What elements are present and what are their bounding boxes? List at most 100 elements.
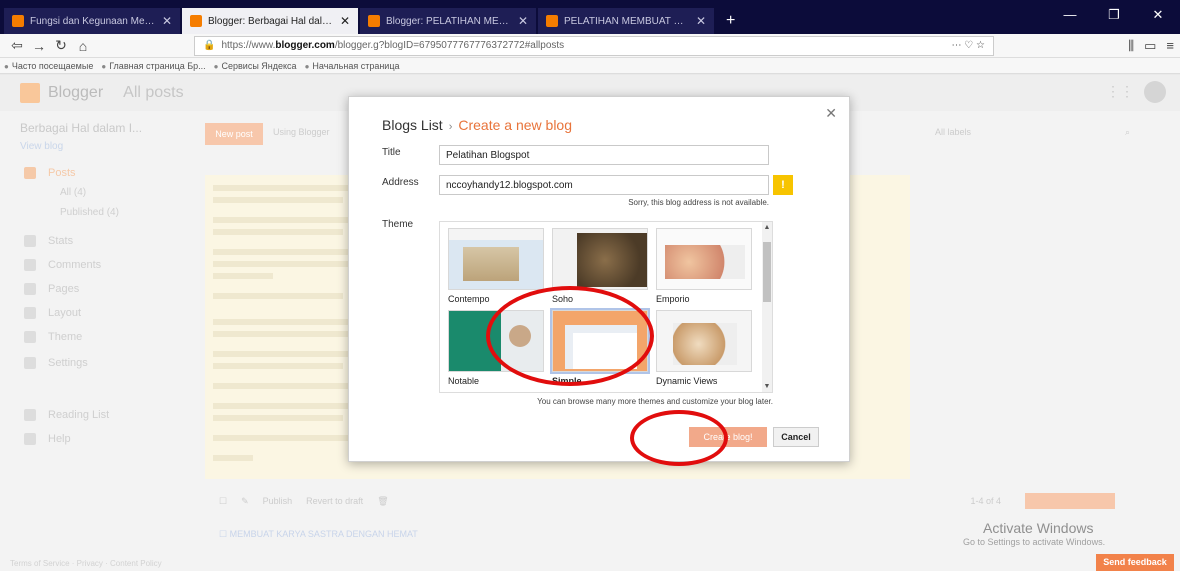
bookmark-item[interactable]: Сервисы Яндекса xyxy=(214,61,297,71)
blogger-logo-icon xyxy=(20,83,40,103)
blogger-favicon-icon xyxy=(546,15,558,27)
sidebar-item-theme[interactable]: Theme xyxy=(24,331,82,343)
theme-thumbnail xyxy=(550,308,650,374)
theme-picker: Contempo Soho Emporio Notable Simple Dyn… xyxy=(439,221,773,393)
label-icon[interactable]: ✎ xyxy=(241,496,249,507)
new-post-button[interactable]: New post xyxy=(205,123,263,145)
theme-option-soho[interactable]: Soho xyxy=(552,228,652,304)
create-blog-button[interactable]: Create blog! xyxy=(689,427,767,447)
browser-tab[interactable]: PELATIHAN MEMBUAT BLOG ✕ xyxy=(538,8,714,34)
using-blogger-text: Using Blogger xyxy=(273,127,330,137)
title-label: Title xyxy=(382,147,401,158)
notice-panel-right xyxy=(850,175,910,479)
sidebar-item-settings[interactable]: Settings xyxy=(24,357,88,369)
pager-text: 1-4 of 4 xyxy=(970,496,1001,506)
theme-name: Simple xyxy=(552,376,582,386)
theme-option-emporio[interactable]: Emporio xyxy=(656,228,756,304)
scroll-down-icon[interactable]: ▼ xyxy=(763,383,771,390)
restore-icon[interactable]: ❐ xyxy=(1092,0,1136,34)
select-all-checkbox[interactable]: ☐ xyxy=(219,496,227,507)
create-blog-dialog: ✕ Blogs List › Create a new blog Title Add… xyxy=(348,96,850,462)
send-feedback-button[interactable]: Send feedback xyxy=(1096,554,1174,571)
theme-option-dynamic-views[interactable]: Dynamic Views xyxy=(656,310,756,386)
sidebar-item-all[interactable]: All (4) xyxy=(60,187,86,198)
sidebar-item-comments[interactable]: Comments xyxy=(24,259,101,271)
posts-icon xyxy=(24,167,36,179)
page-title: All posts xyxy=(123,84,184,101)
title-field[interactable] xyxy=(439,145,769,165)
sidebar-icon[interactable]: ▭ xyxy=(1144,38,1156,54)
menu-icon[interactable]: ≡ xyxy=(1166,38,1174,54)
sidebar-item-help[interactable]: Help xyxy=(24,433,71,445)
url-bar[interactable]: 🔒 https://www.blogger.com/blogger.g?blog… xyxy=(194,35,994,56)
sidebar-item-pages[interactable]: Pages xyxy=(24,283,79,295)
sidebar-item-posts[interactable]: Posts xyxy=(24,167,76,179)
theme-option-contempo[interactable]: Contempo xyxy=(448,228,548,304)
scrollbar-thumb[interactable] xyxy=(763,242,771,302)
new-tab-icon[interactable]: + xyxy=(716,8,745,34)
theme-name: Dynamic Views xyxy=(656,376,718,386)
cancel-button[interactable]: Cancel xyxy=(773,427,819,447)
sidebar-item-layout[interactable]: Layout xyxy=(24,307,81,319)
reload-icon[interactable]: ↻ xyxy=(50,37,72,54)
scroll-up-icon[interactable]: ▲ xyxy=(763,224,771,231)
bookmark-item[interactable]: Начальная страница xyxy=(305,61,399,71)
sidebar-item-stats[interactable]: Stats xyxy=(24,235,73,247)
browser-tab-active[interactable]: Blogger: Berbagai Hal dalam I ✕ xyxy=(182,8,358,34)
blogger-sidebar: Berbagai Hal dalam I... View blog Posts … xyxy=(0,111,200,571)
theme-thumbnail xyxy=(656,310,752,372)
post-checkbox[interactable]: ☐ xyxy=(219,529,230,539)
breadcrumb-blogs-list[interactable]: Blogs List xyxy=(382,117,443,133)
sidebar-item-published[interactable]: Published (4) xyxy=(60,207,119,218)
address-label: Address xyxy=(382,177,419,188)
theme-option-simple[interactable]: Simple xyxy=(550,308,652,386)
label-filter[interactable]: All labels xyxy=(935,127,971,137)
theme-name: Soho xyxy=(552,294,574,304)
theme-option-notable[interactable]: Notable xyxy=(448,310,548,386)
bookmark-item[interactable]: Главная страница Бр... xyxy=(101,61,205,71)
tab-title: PELATIHAN MEMBUAT BLOG xyxy=(564,15,690,27)
blog-selector[interactable]: Berbagai Hal dalam I... xyxy=(20,121,142,135)
view-blog-link[interactable]: View blog xyxy=(20,141,63,152)
address-error-text: Sorry, this blog address is not availabl… xyxy=(628,198,769,207)
avatar[interactable] xyxy=(1144,81,1166,103)
trash-icon[interactable]: 🗑 xyxy=(377,496,388,507)
browser-tab[interactable]: Blogger: PELATIHAN MEMBUA ✕ xyxy=(360,8,536,34)
search-icon[interactable]: ⌕ xyxy=(1125,127,1130,138)
footer-links[interactable]: Terms of Service · Privacy · Content Pol… xyxy=(10,559,162,568)
theme-name: Notable xyxy=(448,376,480,386)
close-window-icon[interactable]: ✕ xyxy=(1136,0,1180,34)
revert-button[interactable]: Revert to draft xyxy=(306,496,363,506)
browse-themes-note: You can browse many more themes and cust… xyxy=(537,397,773,406)
close-icon[interactable]: ✕ xyxy=(825,105,837,122)
bookmark-item[interactable]: Часто посещаемые xyxy=(4,61,94,71)
settings-icon xyxy=(24,357,36,369)
close-tab-icon[interactable]: ✕ xyxy=(340,14,350,28)
library-icon[interactable]: ⫼ xyxy=(1128,38,1134,54)
theme-name: Emporio xyxy=(656,294,690,304)
tab-title: Fungsi dan Kegunaan Menu-Me xyxy=(30,15,156,27)
close-tab-icon[interactable]: ✕ xyxy=(162,14,172,28)
bookmarks-bar: Часто посещаемые Главная страница Бр... … xyxy=(0,58,1180,74)
back-icon[interactable]: ⇦ xyxy=(6,37,28,54)
bulk-actions-bar: ☐ ✎ Publish Revert to draft 🗑 1-4 of 4 xyxy=(205,489,1175,513)
address-field[interactable] xyxy=(439,175,769,195)
page-actions-icon[interactable]: ⋯ ♡ ☆ xyxy=(952,40,986,51)
home-icon[interactable]: ⌂ xyxy=(72,38,94,54)
browser-nav-bar: ⇦ → ↻ ⌂ 🔒 https://www.blogger.com/blogge… xyxy=(0,34,1180,58)
forward-icon[interactable]: → xyxy=(28,38,50,54)
theme-scrollbar[interactable]: ▲ ▼ xyxy=(762,222,772,392)
apps-grid-icon[interactable]: ⋮⋮ xyxy=(1106,83,1134,100)
publish-button[interactable]: Publish xyxy=(263,496,293,506)
reading-list-icon xyxy=(24,409,36,421)
sidebar-item-reading-list[interactable]: Reading List xyxy=(24,409,109,421)
window-controls: — ❐ ✕ xyxy=(1048,0,1180,34)
browser-tab[interactable]: Fungsi dan Kegunaan Menu-Me ✕ xyxy=(4,8,180,34)
post-title[interactable]: MEMBUAT KARYA SASTRA DENGAN HEMAT xyxy=(230,529,418,539)
blogger-favicon-icon xyxy=(368,15,380,27)
layout-icon xyxy=(24,307,36,319)
close-tab-icon[interactable]: ✕ xyxy=(518,14,528,28)
close-tab-icon[interactable]: ✕ xyxy=(696,14,706,28)
minimize-icon[interactable]: — xyxy=(1048,0,1092,34)
app-name: Blogger xyxy=(48,84,104,101)
